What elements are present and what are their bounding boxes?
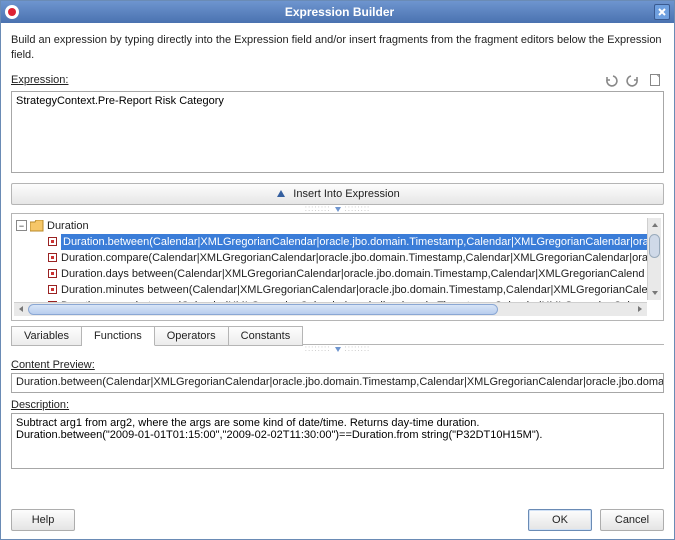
splitter-grip-mid[interactable]: :::::::::::::::: <box>11 345 664 353</box>
description-value[interactable] <box>11 413 664 469</box>
app-icon <box>5 5 19 19</box>
method-icon <box>48 285 57 294</box>
tree-expander-icon[interactable]: − <box>16 220 27 231</box>
undo-icon[interactable] <box>602 71 620 89</box>
insert-button-label: Insert Into Expression <box>293 188 399 200</box>
description-field: Description: <box>11 399 664 472</box>
tree-item[interactable]: Duration.between(Calendar|XMLGregorianCa… <box>14 234 661 250</box>
dialog-window: Expression Builder Build an expression b… <box>0 0 675 540</box>
window-title: Expression Builder <box>25 5 654 19</box>
tab-operators[interactable]: Operators <box>155 326 229 346</box>
tab-constants[interactable]: Constants <box>229 326 304 346</box>
tree-item[interactable]: Duration.minutes between(Calendar|XMLGre… <box>14 282 661 298</box>
ok-button[interactable]: OK <box>528 509 592 531</box>
folder-icon <box>30 220 44 232</box>
tab-variables[interactable]: Variables <box>11 326 82 346</box>
help-button[interactable]: Help <box>11 509 75 531</box>
tree-item[interactable]: Duration.days between(Calendar|XMLGregor… <box>14 266 661 282</box>
dialog-footer: Help OK Cancel <box>11 499 664 531</box>
method-icon <box>48 237 57 246</box>
expression-input[interactable] <box>11 91 664 173</box>
tree-item-label: Duration.compare(Calendar|XMLGregorianCa… <box>61 250 648 266</box>
tree-root-label: Duration <box>47 218 89 234</box>
splitter-grip-top[interactable]: :::::::::::::::: <box>11 205 664 213</box>
fragment-tabs: VariablesFunctionsOperatorsConstants <box>11 325 664 345</box>
content-preview-label: Content Preview: <box>11 359 664 371</box>
cancel-button[interactable]: Cancel <box>600 509 664 531</box>
method-icon <box>48 269 57 278</box>
horizontal-scroll-thumb[interactable] <box>28 304 498 315</box>
dialog-body: Build an expression by typing directly i… <box>1 23 674 539</box>
scroll-right-icon[interactable] <box>633 303 647 316</box>
method-icon <box>48 253 57 262</box>
fragment-tree-scroll: − DurationDuration.between(Calendar|XMLGr… <box>14 218 661 316</box>
tab-functions[interactable]: Functions <box>82 326 155 346</box>
content-preview-field: Content Preview: Duration.between(Calend… <box>11 359 664 393</box>
vertical-scrollbar[interactable] <box>647 218 661 300</box>
horizontal-scrollbar[interactable] <box>14 302 647 316</box>
description-label: Description: <box>11 399 664 411</box>
tree-root-duration[interactable]: − Duration <box>14 218 661 234</box>
content-preview-value[interactable]: Duration.between(Calendar|XMLGregorianCa… <box>11 373 664 393</box>
titlebar[interactable]: Expression Builder <box>1 1 674 23</box>
redo-icon[interactable] <box>624 71 642 89</box>
tree-item[interactable]: Duration.compare(Calendar|XMLGregorianCa… <box>14 250 661 266</box>
scroll-left-icon[interactable] <box>14 303 28 316</box>
scroll-up-icon[interactable] <box>648 218 661 232</box>
scroll-down-icon[interactable] <box>648 286 661 300</box>
instructions-text: Build an expression by typing directly i… <box>11 33 664 63</box>
ok-button-label: OK <box>552 514 568 526</box>
clear-icon[interactable] <box>646 71 664 89</box>
tree-item-label: Duration.minutes between(Calendar|XMLGre… <box>61 282 648 298</box>
tree-item-label: Duration.between(Calendar|XMLGregorianCa… <box>61 234 651 250</box>
insert-into-expression-button[interactable]: Insert Into Expression <box>11 183 664 205</box>
fragment-panel: − DurationDuration.between(Calendar|XMLGr… <box>11 213 664 321</box>
expression-toolbar <box>602 71 664 89</box>
expression-label: Expression: <box>11 74 602 86</box>
help-button-label: Help <box>32 514 55 526</box>
vertical-scroll-thumb[interactable] <box>649 234 660 258</box>
tree-item-label: Duration.days between(Calendar|XMLGregor… <box>61 266 645 282</box>
fragment-tree[interactable]: − DurationDuration.between(Calendar|XMLGr… <box>14 218 661 314</box>
close-button[interactable] <box>654 4 670 20</box>
cancel-button-label: Cancel <box>615 514 649 526</box>
